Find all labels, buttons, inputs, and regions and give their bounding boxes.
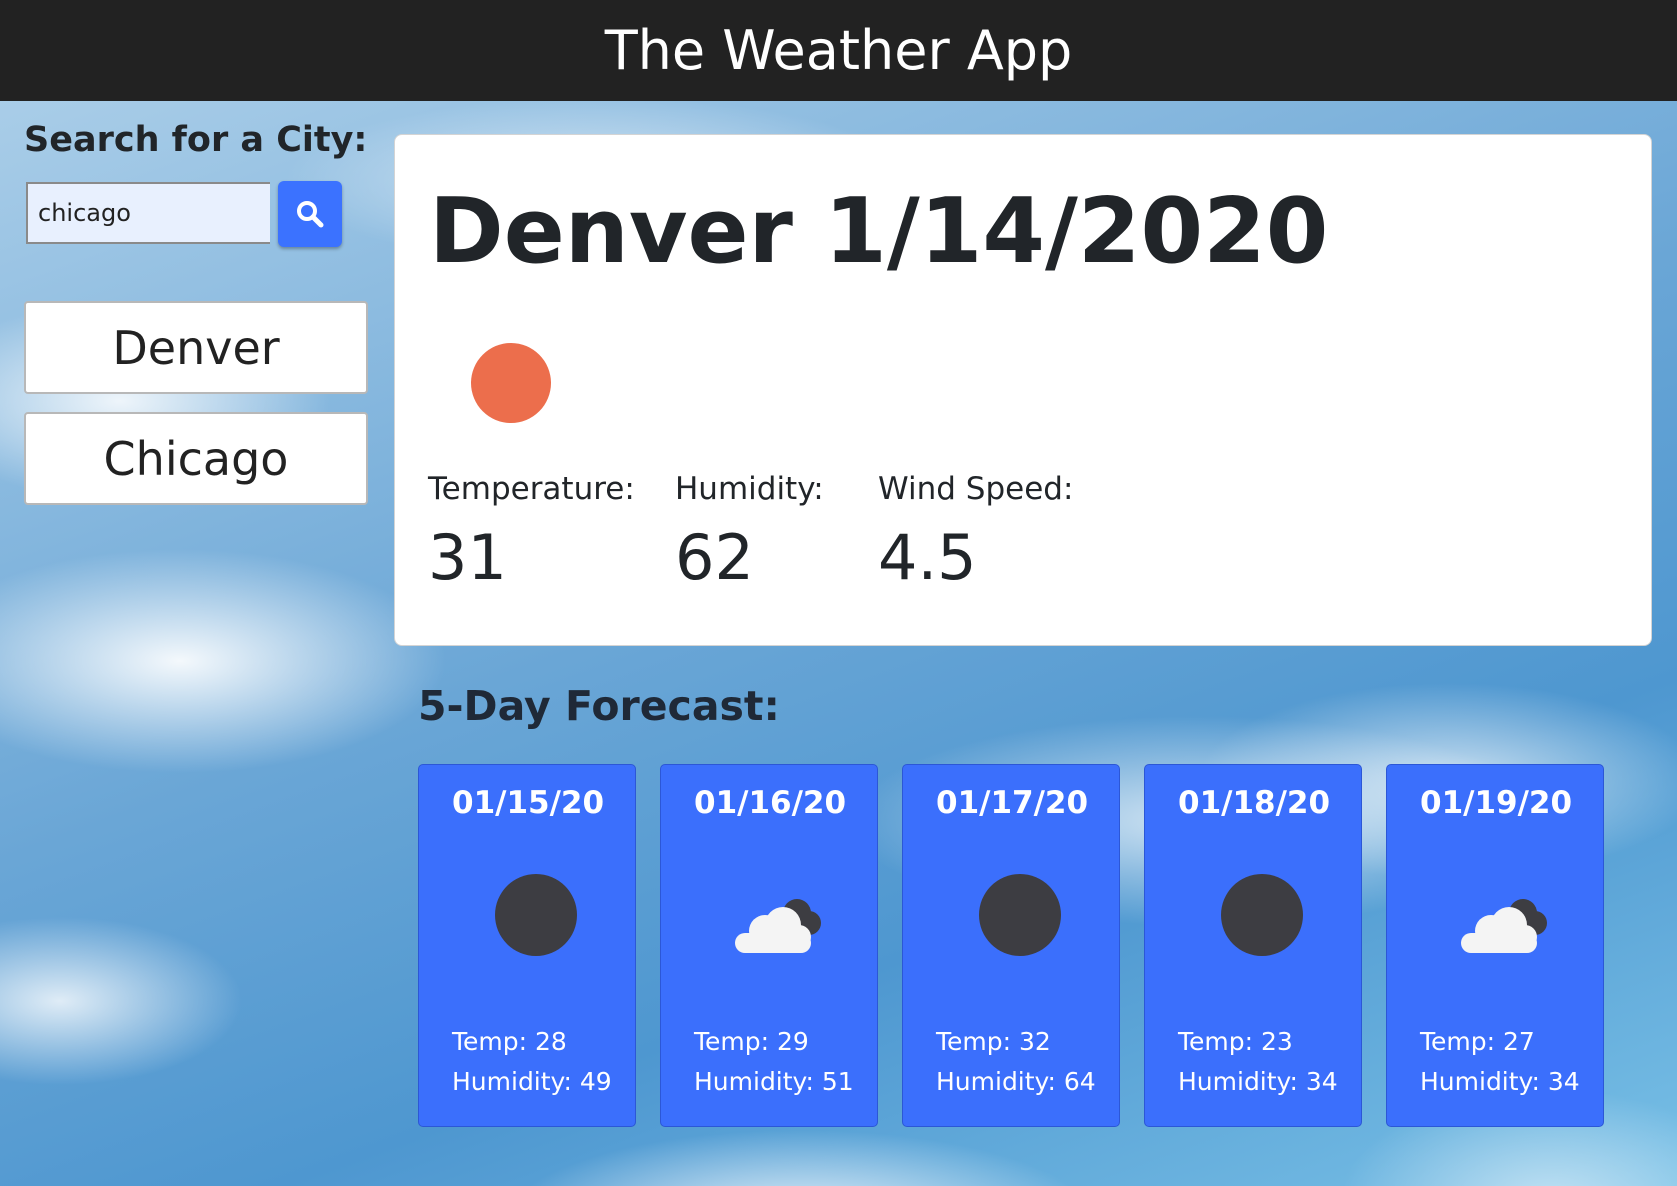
wind-speed-label: Wind Speed: [878, 471, 1074, 507]
forecast-humidity: Humidity: 34 [1178, 1067, 1338, 1096]
forecast-title: 5-Day Forecast: [418, 682, 780, 730]
wind-speed-value: 4.5 [878, 521, 977, 594]
app-header: The Weather App [0, 0, 1677, 101]
search-input[interactable] [26, 182, 270, 244]
forecast-date: 01/15/20 [452, 785, 605, 821]
temperature-value: 31 [428, 521, 507, 594]
temperature-label: Temperature: [428, 471, 635, 507]
moon-icon [495, 874, 577, 956]
forecast-humidity: Humidity: 49 [452, 1067, 612, 1096]
history-city-denver[interactable]: Denver [24, 301, 368, 394]
forecast-card: 01/19/20 Temp: 27 Humidity: 34 [1386, 764, 1604, 1127]
forecast-temp: Temp: 28 [452, 1027, 567, 1056]
cloudy-icon [1461, 899, 1547, 953]
forecast-card: 01/15/20 Temp: 28 Humidity: 49 [418, 764, 636, 1127]
forecast-humidity: Humidity: 64 [936, 1067, 1096, 1096]
history-city-chicago[interactable]: Chicago [24, 412, 368, 505]
forecast-card: 01/18/20 Temp: 23 Humidity: 34 [1144, 764, 1362, 1127]
forecast-temp: Temp: 23 [1178, 1027, 1293, 1056]
forecast-date: 01/18/20 [1178, 785, 1331, 821]
current-city-date: Denver 1/14/2020 [429, 179, 1329, 284]
forecast-humidity: Humidity: 51 [694, 1067, 854, 1096]
wind-speed-stat: Wind Speed: 4.5 [878, 471, 1073, 594]
history-city-label: Chicago [103, 431, 289, 486]
humidity-label: Humidity: [675, 471, 824, 507]
temperature-stat: Temperature: 31 [428, 471, 635, 594]
forecast-card: 01/17/20 Temp: 32 Humidity: 64 [902, 764, 1120, 1127]
forecast-date: 01/16/20 [694, 785, 847, 821]
forecast-temp: Temp: 29 [694, 1027, 809, 1056]
search-label: Search for a City: [24, 120, 368, 160]
forecast-temp: Temp: 32 [936, 1027, 1051, 1056]
humidity-value: 62 [675, 521, 754, 594]
humidity-stat: Humidity: 62 [675, 471, 824, 594]
forecast-date: 01/19/20 [1420, 785, 1573, 821]
forecast-temp: Temp: 27 [1420, 1027, 1535, 1056]
history-city-label: Denver [112, 320, 280, 375]
app-title: The Weather App [604, 19, 1073, 82]
forecast-date: 01/17/20 [936, 785, 1089, 821]
search-icon [297, 201, 324, 228]
cloudy-icon [735, 899, 821, 953]
moon-icon [979, 874, 1061, 956]
search-button[interactable] [278, 181, 342, 247]
current-weather-card: Denver 1/14/2020 Temperature: 31 Humidit… [394, 134, 1652, 646]
forecast-card: 01/16/20 Temp: 29 Humidity: 51 [660, 764, 878, 1127]
forecast-humidity: Humidity: 34 [1420, 1067, 1580, 1096]
moon-icon [1221, 874, 1303, 956]
sun-icon [471, 343, 551, 423]
